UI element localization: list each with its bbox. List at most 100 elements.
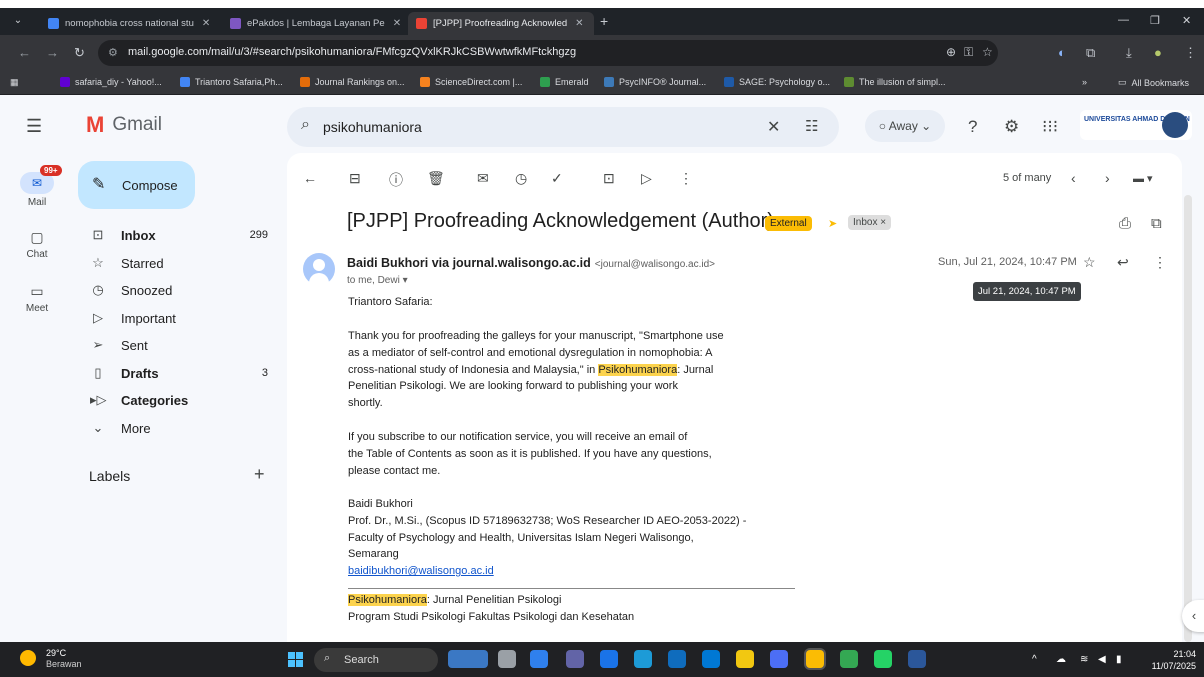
search-bar[interactable]: ⌕ psikohumaniora ✕ ☷ [287,107,839,147]
edge-icon[interactable] [530,650,548,668]
nav-item-categories[interactable]: ▸▷ Categories [78,388,278,414]
open-new-window-icon[interactable]: ⧉ [1151,215,1162,232]
task-view-icon[interactable] [498,650,516,668]
archive-icon[interactable]: ⊟ [349,170,361,187]
add-label-icon[interactable]: + [254,464,265,485]
restore-icon[interactable]: ❐ [1150,14,1160,27]
download-icon[interactable]: ⤓ [1126,45,1132,61]
forward-icon[interactable]: → [46,45,59,60]
tab-close-icon[interactable]: ✕ [393,18,401,29]
wifi-icon[interactable]: ≋ [1080,654,1088,665]
reload-icon[interactable]: ↻ [74,45,85,61]
store-icon[interactable] [668,650,686,668]
bookmark-item[interactable]: Journal Rankings on... [300,77,405,87]
clock[interactable]: 21:04 11/07/2025 [1140,648,1196,672]
search-icon[interactable]: ⌕ [301,116,310,134]
widgets-icon[interactable] [448,650,488,668]
battery-icon[interactable]: ▮ [1116,654,1122,665]
window-close-icon[interactable]: ✕ [1182,14,1191,27]
account-button[interactable]: UNIVERSITAS AHMAD DAHLAN [1080,110,1192,140]
file-explorer-icon[interactable] [736,650,754,668]
nav-item-inbox[interactable]: ⊡ Inbox 299 [78,223,278,249]
address-url[interactable]: mail.google.com/mail/u/3/#search/psikohu… [128,46,576,58]
word-icon[interactable] [908,650,926,668]
all-bookmarks-button[interactable]: ▭ All Bookmarks [1118,77,1189,88]
teams-icon[interactable] [566,650,584,668]
nav-item-drafts[interactable]: ▯ Drafts 3 [78,361,278,387]
bookmark-item[interactable]: ScienceDirect.com |... [420,77,522,87]
older-icon[interactable]: › [1105,170,1110,186]
address-bar[interactable]: ⚙ mail.google.com/mail/u/3/#search/psiko… [98,40,998,66]
edge-browser-icon[interactable] [634,650,652,668]
report-spam-icon[interactable]: ⓘ [389,170,403,190]
tab-close-icon[interactable]: ✕ [575,18,583,29]
main-menu-icon[interactable]: ☰ [26,116,42,137]
signature-email-link[interactable]: baidibukhori@walisongo.ac.id [348,563,746,580]
recipients-toggle[interactable]: to me, Dewi ▾ [347,275,408,286]
search-input[interactable]: psikohumaniora [323,119,422,135]
nav-item-sent[interactable]: ➢ Sent [78,333,278,359]
gmail-logo[interactable]: M Gmail [86,112,162,138]
nav-item-more[interactable]: ⌄ More [78,416,278,442]
tab-close-icon[interactable]: ✕ [202,18,210,29]
bookmark-star-icon[interactable]: ☆ [982,45,993,59]
zoom-icon[interactable]: ⊕ [946,45,956,59]
taskbar-search[interactable]: ⌕ Search [314,648,438,672]
newer-icon[interactable]: ‹ [1071,170,1076,186]
nav-item-important[interactable]: ▷ Important [78,306,278,332]
browser-menu-icon[interactable]: ⋮ [1184,45,1197,61]
extension-icon[interactable]: ◐ [1058,45,1066,60]
reply-icon[interactable]: ↩ [1117,254,1129,271]
tray-expand-icon[interactable]: ^ [1032,654,1037,665]
back-to-list-icon[interactable]: ← [303,170,317,186]
viber-icon[interactable] [770,650,788,668]
inbox-label-chip[interactable]: Inbox × [848,215,892,230]
print-icon[interactable]: ⎙ [1119,215,1131,232]
bookmark-item[interactable]: Triantoro Safaria,Ph... [180,77,283,87]
snooze-icon[interactable]: ◷ [515,170,527,187]
label-tag-icon[interactable]: ▷ [641,170,652,187]
bookmark-item[interactable]: SAGE: Psychology o... [724,77,830,87]
compose-button[interactable]: ✎ Compose [78,161,195,209]
bookmark-item[interactable]: safaria_diy - Yahoo!... [60,77,162,87]
settings-gear-icon[interactable]: ⚙ [1004,117,1019,137]
site-info-icon[interactable]: ⚙ [108,46,118,59]
minimize-icon[interactable]: — [1118,14,1129,26]
settings-app-icon[interactable] [600,650,618,668]
add-task-icon[interactable]: ✓ [551,170,563,187]
app-icon[interactable] [840,650,858,668]
apps-grid-icon[interactable]: ⁝⁝⁝ [1042,117,1058,137]
rail-chat[interactable]: ▢ Chat [18,229,56,260]
volume-icon[interactable]: ◀ [1098,654,1106,665]
bookmark-item[interactable]: PsycINFO® Journal... [604,77,706,87]
new-tab-icon[interactable]: + [600,13,608,29]
star-message-icon[interactable]: ☆ [1083,254,1096,271]
rail-mail[interactable]: ✉ 99+ Mail [18,165,62,208]
tray-app-icon[interactable]: ☁ [1056,654,1066,665]
whatsapp-icon[interactable] [874,650,892,668]
back-icon[interactable]: ← [18,45,31,60]
apps-icon[interactable]: ▦ [10,77,19,88]
more-options-icon[interactable]: ⋮ [679,170,693,187]
scrollbar[interactable] [1184,195,1192,642]
profile-icon[interactable]: ● [1154,45,1162,60]
delete-icon[interactable]: 🗑 [427,170,445,187]
bookmarks-overflow-icon[interactable]: » [1082,77,1087,87]
tab-search-button[interactable]: ⌄ [8,12,28,30]
nav-item-snoozed[interactable]: ◷ Snoozed [78,278,278,304]
password-key-icon[interactable]: ⚿ [964,45,973,60]
message-more-icon[interactable]: ⋮ [1153,254,1167,271]
help-icon[interactable]: ? [968,117,977,137]
nav-item-starred[interactable]: ☆ Starred [78,251,278,277]
browser-tab-pjpp[interactable]: [PJPP] Proofreading Acknowled ✕ [408,12,594,35]
rail-meet[interactable]: ▭ Meet [18,283,56,314]
windows-start-icon[interactable] [288,652,303,667]
browser-tab-epakdos[interactable]: ePakdos | Lembaga Layanan Pe ✕ [222,12,409,35]
status-button[interactable]: ○ Away ⌄ [865,110,945,142]
extensions-puzzle-icon[interactable]: ⧉ [1086,45,1095,61]
bookmark-item[interactable]: Emerald [540,77,589,87]
chrome-icon[interactable] [806,650,824,668]
search-options-icon[interactable]: ☷ [805,117,818,135]
input-tools-icon[interactable]: ▬ ▾ [1133,172,1153,185]
outlook-icon[interactable] [702,650,720,668]
